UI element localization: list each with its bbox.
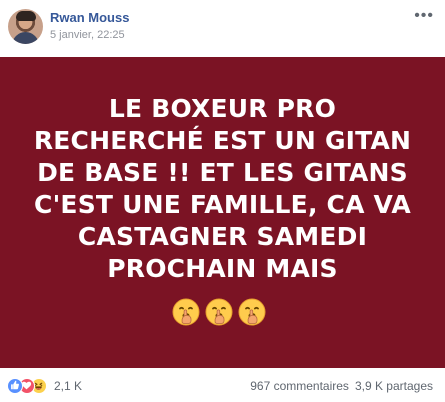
- post-footer: 2,1 K 967 commentaires 3,9 K partages: [0, 368, 445, 402]
- avatar[interactable]: [8, 9, 43, 44]
- post-header: Rwan Mouss 5 janvier, 22:25 •••: [0, 0, 445, 57]
- reaction-icons[interactable]: [7, 378, 55, 394]
- comments-count[interactable]: 967 commentaires: [250, 379, 349, 393]
- post-content-card: LE BOXEUR PRO RECHERCHÉ EST UN GITAN DE …: [0, 57, 445, 368]
- facebook-post: Rwan Mouss 5 janvier, 22:25 ••• LE BOXEU…: [0, 0, 445, 402]
- post-timestamp[interactable]: 5 janvier, 22:25: [50, 28, 125, 42]
- shares-count[interactable]: 3,9 K partages: [355, 379, 433, 393]
- post-text-line: PROCHAIN MAIS: [107, 254, 338, 283]
- post-text-line: LE BOXEUR PRO: [108, 94, 337, 123]
- shushing-face-icon: [205, 298, 233, 326]
- author-name[interactable]: Rwan Mouss: [50, 10, 129, 26]
- post-text-line: CASTAGNER SAMEDI: [77, 222, 368, 251]
- shushing-face-icon: [238, 298, 266, 326]
- emoji-row: [172, 298, 274, 332]
- post-text-line: C'EST UNE FAMILLE, CA VA: [34, 190, 411, 219]
- post-text-line: DE BASE !! ET LES GITANS: [37, 158, 408, 187]
- like-reaction-icon: [7, 378, 23, 394]
- post-text-line: RECHERCHÉ EST UN GITAN: [33, 126, 412, 155]
- shushing-face-icon: [172, 298, 200, 326]
- post-stats: 967 commentaires 3,9 K partages: [250, 378, 433, 394]
- more-options-icon[interactable]: •••: [414, 8, 434, 24]
- reaction-count[interactable]: 2,1 K: [54, 378, 82, 394]
- post-text: LE BOXEUR PRO RECHERCHÉ EST UN GITAN DE …: [12, 93, 433, 285]
